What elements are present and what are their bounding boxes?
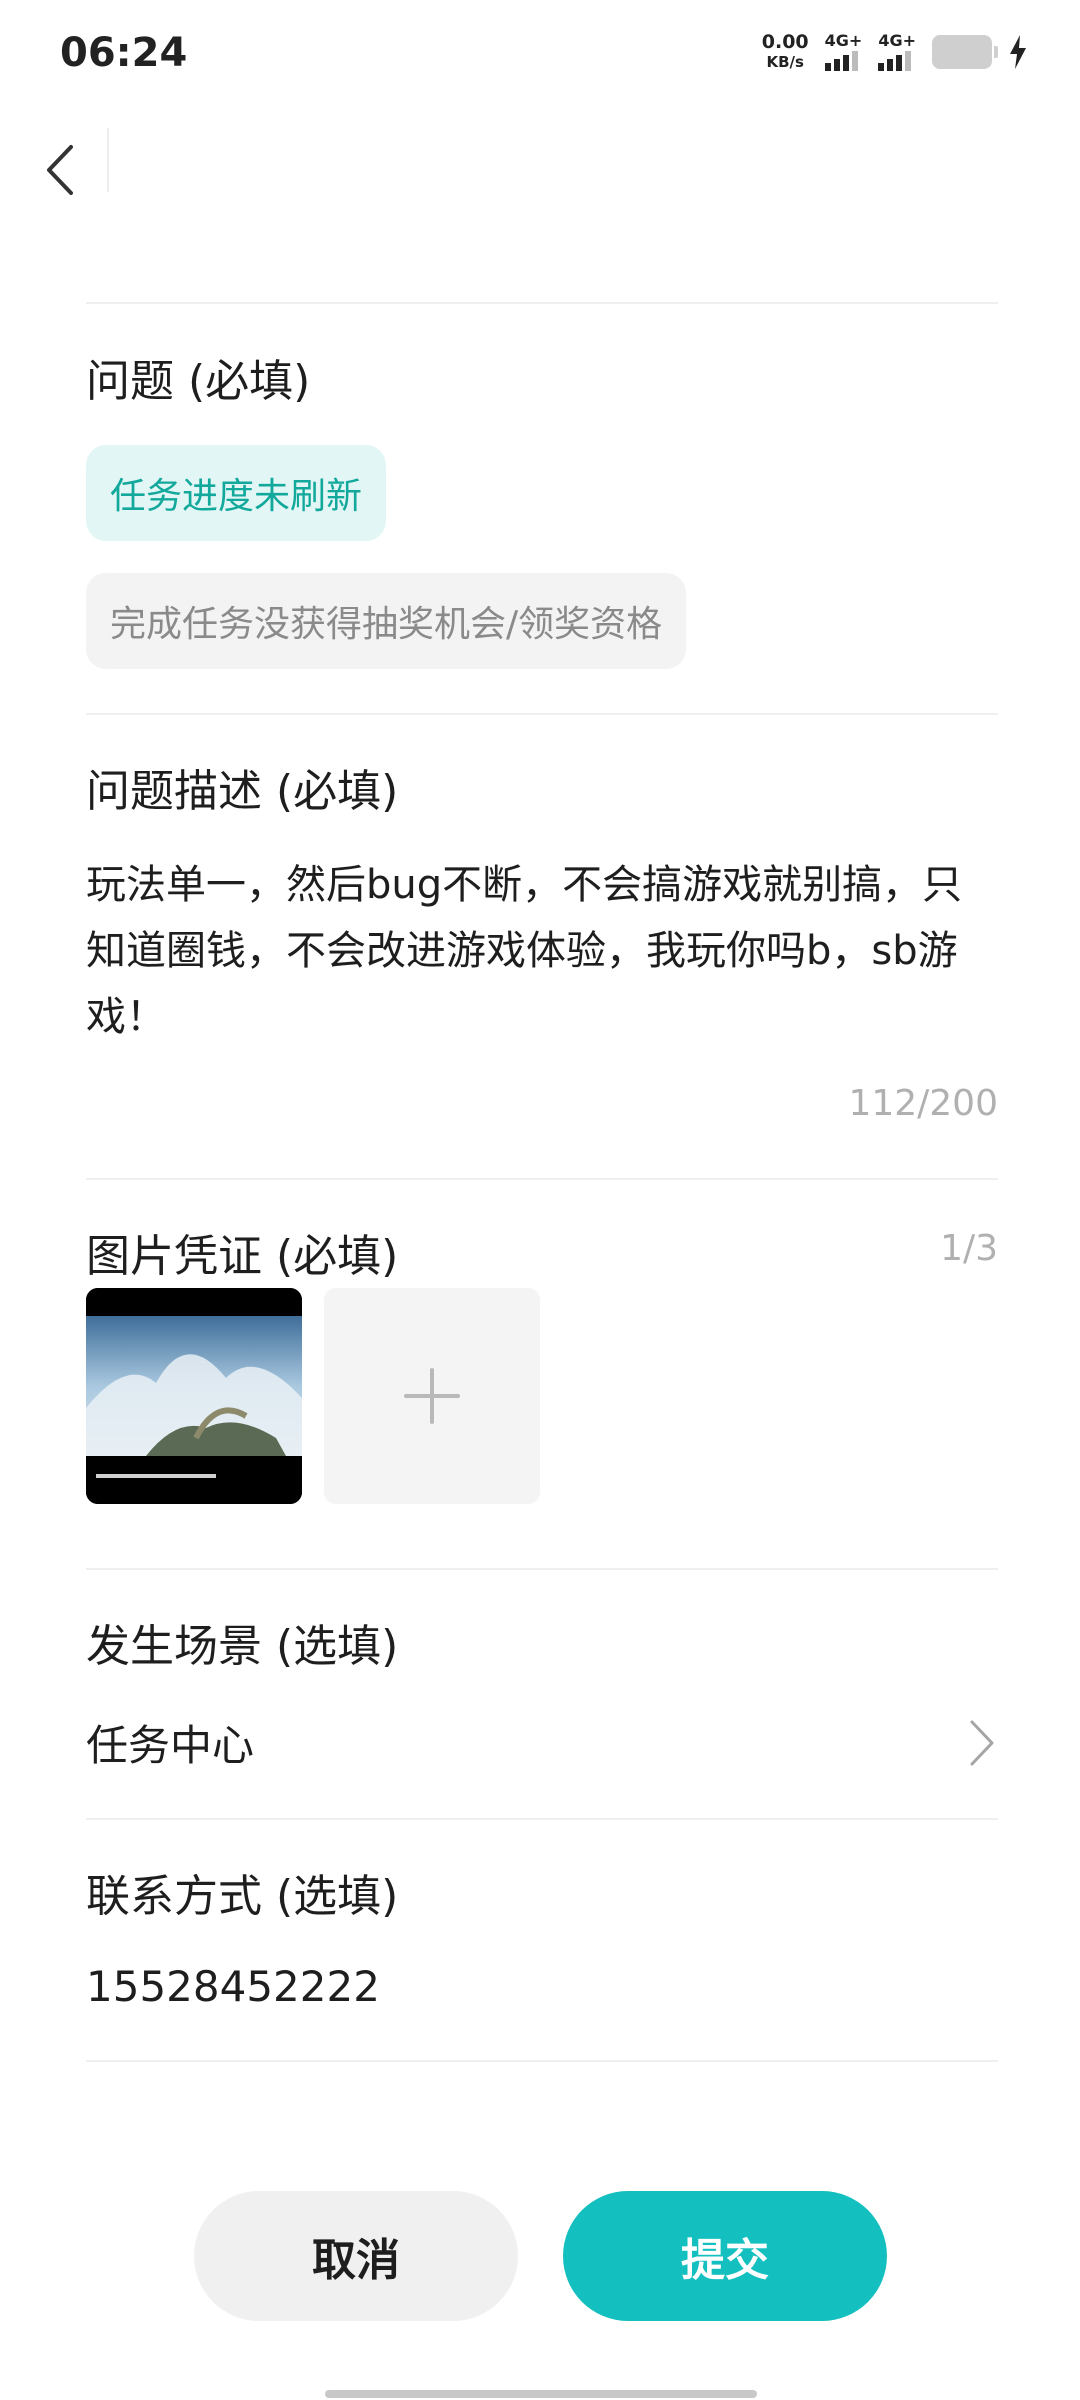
charging-icon [1010,35,1026,69]
description-char-counter: 112/200 [848,1083,998,1124]
divider [86,1178,998,1180]
plus-icon [404,1368,460,1424]
option-chip-progress-not-refreshed[interactable]: 任务进度未刷新 [86,445,387,541]
problem-title: 问题 (必填) [86,356,311,407]
contact-title: 联系方式 (选填) [86,1871,399,1922]
network-speed: 0.00 KB/s [762,32,809,72]
images-title: 图片凭证 (必填) [86,1231,399,1282]
network-speed-unit: KB/s [766,53,804,71]
contact-input[interactable]: 15528452222 [86,1962,380,2011]
signal-bars-icon [824,51,858,71]
game-screenshot-image [86,1288,302,1504]
scene-selector-value[interactable]: 任务中心 [86,1712,254,1773]
description-textarea[interactable]: 卡，去你们妈的，哪个CS开发的游戏？剧情拖沓，玩法单一，然后bug不断，不会搞游… [86,842,998,1072]
status-icons: 0.00 KB/s 4G+ 4G+ [762,32,1028,72]
divider [86,2060,998,2062]
divider [107,128,109,192]
submit-button[interactable]: 提交 [563,2191,887,2321]
signal-2-label: 4G+ [878,31,916,50]
signal-2: 4G+ [878,33,916,71]
status-bar: 06:24 0.00 KB/s 4G+ 4G+ [0,0,1080,110]
divider [86,713,998,715]
home-indicator[interactable] [325,2390,757,2398]
description-text: 卡，去你们妈的，哪个CS开发的游戏？剧情拖沓，玩法单一，然后bug不断，不会搞游… [86,862,963,1040]
back-button[interactable] [30,130,90,210]
chevron-right-icon[interactable] [964,1718,1000,1768]
battery-icon [932,35,998,69]
cancel-button[interactable]: 取消 [194,2191,518,2321]
scene-title: 发生场景 (选填) [86,1621,399,1672]
images-counter: 1/3 [940,1228,998,1269]
description-title: 问题描述 (必填) [86,766,399,817]
divider [86,1818,998,1820]
chevron-left-icon [47,145,73,195]
status-time: 06:24 [60,30,188,76]
option-chip-no-lottery-chance[interactable]: 完成任务没获得抽奖机会/领奖资格 [86,573,687,669]
network-speed-value: 0.00 [761,31,809,53]
top-bar [0,110,1080,220]
signal-1: 4G+ [824,31,863,71]
signal-1-label: 4G+ [824,31,863,50]
signal-bars-icon [878,51,912,71]
uploaded-image-thumbnail[interactable] [86,1288,302,1504]
divider [86,1568,998,1570]
divider [86,302,998,304]
add-image-button[interactable] [324,1288,540,1504]
